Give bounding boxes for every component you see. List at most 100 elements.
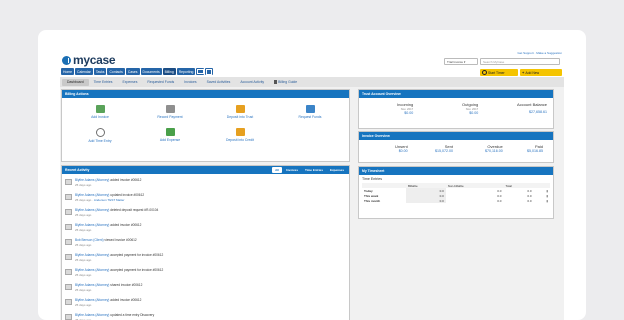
activity-type-icon — [65, 209, 72, 215]
activity-actor[interactable]: Blythe Adams (Attorney) — [75, 283, 109, 287]
activity-row: Blythe Adams (Attorney) added invoice #0… — [65, 223, 345, 233]
time-entries-section-title: Time Entries — [362, 177, 382, 181]
logo[interactable]: mycase — [62, 53, 115, 67]
activity-actor[interactable]: Blythe Adams (Attorney) — [75, 223, 109, 227]
record-payment-action[interactable]: Record Payment — [140, 105, 200, 119]
tab-documents[interactable]: Documents — [141, 68, 162, 75]
sent-summary: Sent $15,072.00 — [435, 144, 453, 153]
activity-action: accepted payment for invoice #00612 — [110, 253, 163, 257]
activity-actor[interactable]: Blythe Adams (Attorney) — [75, 313, 109, 317]
activity-actor[interactable]: Blythe Adams (Attorney) — [75, 268, 109, 272]
subtab-saved-activities[interactable]: Saved Activities — [202, 79, 236, 86]
subtab-billing-guide[interactable]: Billing Guide — [269, 79, 302, 86]
activity-action: accepted payment for invoice #00612 — [110, 268, 163, 272]
activity-type-icon — [65, 179, 72, 185]
activity-row: Blythe Adams (Attorney) added invoice #0… — [65, 298, 345, 308]
action-label: Add Time Entry — [88, 139, 111, 143]
tab-billing[interactable]: Billing — [163, 68, 176, 75]
subtab-expenses[interactable]: Expenses — [118, 79, 143, 86]
incoming-value: $0.00 — [397, 111, 413, 115]
activity-text[interactable]: Blythe Adams (Attorney) updated a time e… — [75, 313, 154, 317]
options-icon[interactable]: ▮ — [534, 198, 550, 203]
activity-text[interactable]: Blythe Adams (Attorney) accepted payment… — [75, 268, 163, 272]
mycase-logo-icon — [62, 56, 71, 65]
activity-text[interactable]: Blythe Adams (Attorney) added invoice #0… — [75, 178, 141, 182]
filter-invoices[interactable]: Invoices — [283, 167, 301, 173]
trust-overview-panel: Trust Account Overview Incoming Nov. 201… — [358, 89, 554, 129]
add-new-label: Add New — [525, 71, 539, 75]
subtab-time-entries[interactable]: Time Entries — [89, 79, 118, 86]
trial-invoice-dropdown[interactable]: Trial Invoice ▾ — [444, 58, 478, 65]
subtab-invoices[interactable]: Invoices — [179, 79, 201, 86]
add-time-entry-action[interactable]: Add Time Entry — [70, 128, 130, 143]
outgoing-summary: Outgoing Nov. 2017 $0.00 — [462, 102, 478, 115]
activity-actor[interactable]: Blythe Adams (Attorney) — [75, 253, 109, 257]
activity-action: added invoice #00612 — [110, 178, 141, 182]
panel-title: Billing Actions — [62, 90, 349, 98]
activity-text[interactable]: Bob Benson (Client) viewed invoice #0061… — [75, 238, 137, 242]
activity-actor[interactable]: Blythe Adams (Attorney) — [75, 298, 109, 302]
activity-text[interactable]: Blythe Adams (Attorney) added invoice #0… — [75, 298, 141, 302]
activity-meta: 25 days ago · Anderson TEST Matter — [75, 198, 124, 202]
unsent-value: $0.00 — [395, 149, 408, 153]
activity-row: Blythe Adams (Attorney) accepted payment… — [65, 268, 345, 278]
tab-calendar[interactable]: Calendar — [75, 68, 93, 75]
activity-text[interactable]: Blythe Adams (Attorney) accepted payment… — [75, 253, 163, 257]
start-timer-button[interactable]: Start Timer — [480, 69, 518, 76]
tab-more[interactable] — [205, 68, 213, 75]
activity-meta: 25 days ago — [75, 243, 91, 247]
activity-actor[interactable]: Blythe Adams (Attorney) — [75, 193, 109, 197]
filter-time-entries[interactable]: Time Entries — [302, 167, 326, 173]
activity-time: 25 days ago — [75, 288, 91, 292]
add-invoice-action[interactable]: Add Invoice — [70, 105, 130, 119]
search-input[interactable]: Search MyCase — [480, 58, 560, 65]
timesheet-table: Billable Non-billable Total Today 0.0 0.… — [362, 183, 550, 203]
action-label: Deposit into Credit — [226, 138, 254, 142]
add-expense-action[interactable]: Add Expense — [140, 128, 200, 142]
action-label: Add Invoice — [91, 115, 109, 119]
add-new-button[interactable]: + Add New — [520, 69, 562, 76]
paid-value: $5,016.85 — [527, 149, 543, 153]
activity-time: 25 days ago — [75, 213, 91, 217]
activity-action: updated a time entry Discovery — [110, 313, 154, 317]
tab-home[interactable]: Home — [61, 68, 74, 75]
subtab-requested-funds[interactable]: Requested Funds — [142, 79, 179, 86]
activity-time: 25 days ago — [75, 183, 91, 187]
tab-reporting[interactable]: Reporting — [177, 68, 196, 75]
filter-expenses[interactable]: Expenses — [327, 167, 347, 173]
activity-actor[interactable]: Blythe Adams (Attorney) — [75, 208, 109, 212]
tab-contacts[interactable]: Contacts — [107, 68, 124, 75]
filter-all[interactable]: All — [272, 167, 282, 173]
deposit-trust-action[interactable]: Deposit into Trust — [210, 105, 270, 119]
activity-text[interactable]: Blythe Adams (Attorney) updated invoice … — [75, 193, 144, 197]
activity-action: added invoice #00612 — [110, 223, 141, 227]
activity-actor[interactable]: Blythe Adams (Attorney) — [75, 178, 109, 182]
activity-time: 25 days ago — [75, 243, 91, 247]
activity-row: Blythe Adams (Attorney) accepted payment… — [65, 253, 345, 263]
activity-text[interactable]: Blythe Adams (Attorney) added invoice #0… — [75, 223, 141, 227]
subtab-dashboard[interactable]: Dashboard — [62, 79, 89, 86]
activity-meta: 25 days ago — [75, 303, 91, 307]
action-label: Add Expense — [160, 138, 180, 142]
activity-type-icon — [65, 254, 72, 260]
payment-icon — [166, 105, 175, 113]
top-links[interactable]: Get Support · Make a Suggestion — [517, 51, 562, 55]
deposit-credit-action[interactable]: Deposit into Credit — [210, 128, 270, 142]
activity-actor[interactable]: Bob Benson (Client) — [75, 238, 104, 242]
activity-filter-tabs: All Invoices Time Entries Expenses — [272, 167, 347, 173]
tab-messages[interactable] — [196, 68, 204, 75]
outgoing-value: $0.00 — [462, 111, 478, 115]
activity-meta: 25 days ago — [75, 273, 91, 277]
clock-icon — [482, 70, 487, 75]
screenshot-frame: mycase Get Support · Make a Suggestion T… — [38, 30, 586, 320]
request-funds-action[interactable]: Request Funds — [280, 105, 340, 119]
activity-action: viewed invoice #00612 — [104, 238, 136, 242]
activity-text[interactable]: Blythe Adams (Attorney) shared invoice #… — [75, 283, 142, 287]
activity-meta: 25 days ago — [75, 288, 91, 292]
subtab-account-activity[interactable]: Account Activity — [235, 79, 269, 86]
activity-time: 25 days ago — [75, 273, 91, 277]
tab-cases[interactable]: Cases — [126, 68, 140, 75]
activity-case-link[interactable]: Anderson TEST Matter — [94, 198, 125, 202]
activity-text[interactable]: Blythe Adams (Attorney) deleted deposit … — [75, 208, 158, 212]
tab-tasks[interactable]: Tasks — [94, 68, 107, 75]
